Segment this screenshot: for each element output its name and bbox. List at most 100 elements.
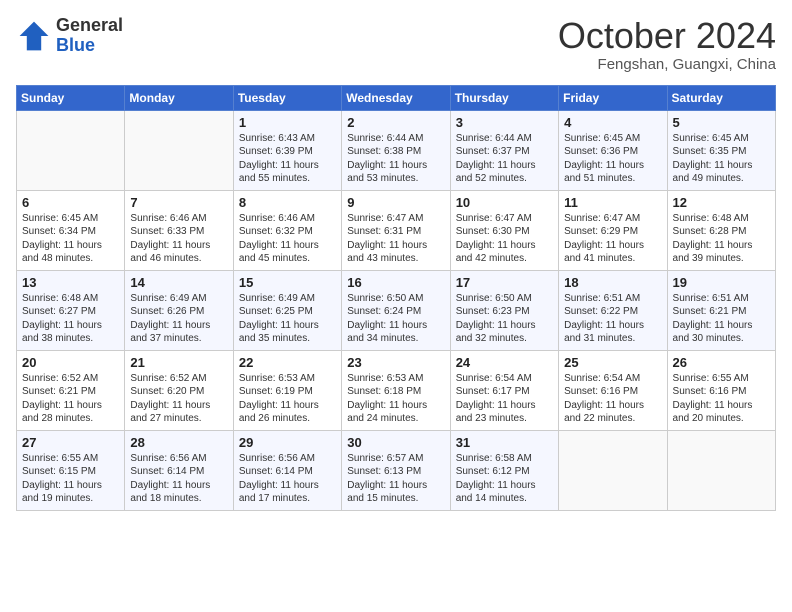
day-info: Sunrise: 6:43 AM Sunset: 6:39 PM Dayligh…: [239, 132, 336, 186]
calendar-cell: 24 Sunrise: 6:54 AM Sunset: 6:17 PM Dayli…: [450, 350, 558, 430]
calendar-cell: 7 Sunrise: 6:46 AM Sunset: 6:33 PM Daylig…: [125, 190, 233, 270]
day-number: 2: [347, 115, 444, 130]
calendar-week-row: 1Sunrise: 6:43 AM Sunset: 6:39 PM Daylig…: [17, 110, 776, 190]
day-number: 28: [130, 435, 227, 450]
calendar-cell: 2 Sunrise: 6:44 AM Sunset: 6:38 PM Daylig…: [342, 110, 450, 190]
day-info: Sunrise: 6:50 AM Sunset: 6:24 PM Dayligh…: [347, 292, 444, 346]
calendar-cell: 5Sunrise: 6:45 AM Sunset: 6:35 PM Daylig…: [667, 110, 775, 190]
calendar-cell: 25 Sunrise: 6:54 AM Sunset: 6:16 PM Dayli…: [559, 350, 667, 430]
day-info: Sunrise: 6:48 AM Sunset: 6:27 PM Dayligh…: [22, 292, 119, 346]
day-info: Sunrise: 6:55 AM Sunset: 6:16 PM Dayligh…: [673, 372, 770, 426]
day-info: Sunrise: 6:52 AM Sunset: 6:21 PM Dayligh…: [22, 372, 119, 426]
day-info: Sunrise: 6:47 AM Sunset: 6:29 PM Dayligh…: [564, 212, 661, 266]
day-number: 19: [673, 275, 770, 290]
logo-text: General Blue: [56, 16, 123, 56]
day-number: 6: [22, 195, 119, 210]
day-info: Sunrise: 6:54 AM Sunset: 6:17 PM Dayligh…: [456, 372, 553, 426]
day-number: 31: [456, 435, 553, 450]
calendar-cell: 11 Sunrise: 6:47 AM Sunset: 6:29 PM Dayli…: [559, 190, 667, 270]
day-number: 25: [564, 355, 661, 370]
calendar-cell: 18 Sunrise: 6:51 AM Sunset: 6:22 PM Dayli…: [559, 270, 667, 350]
day-number: 15: [239, 275, 336, 290]
calendar-week-row: 13 Sunrise: 6:48 AM Sunset: 6:27 PM Dayli…: [17, 270, 776, 350]
day-number: 7: [130, 195, 227, 210]
day-info: Sunrise: 6:53 AM Sunset: 6:18 PM Dayligh…: [347, 372, 444, 426]
calendar-cell: 20 Sunrise: 6:52 AM Sunset: 6:21 PM Dayli…: [17, 350, 125, 430]
day-info: Sunrise: 6:45 AM Sunset: 6:36 PM Dayligh…: [564, 132, 661, 186]
calendar-cell: 8 Sunrise: 6:46 AM Sunset: 6:32 PM Daylig…: [233, 190, 341, 270]
calendar-cell: [667, 430, 775, 510]
day-number: 20: [22, 355, 119, 370]
location: Fengshan, Guangxi, China: [558, 56, 776, 73]
calendar-cell: 19 Sunrise: 6:51 AM Sunset: 6:21 PM Dayli…: [667, 270, 775, 350]
day-number: 12: [673, 195, 770, 210]
calendar-cell: 1Sunrise: 6:43 AM Sunset: 6:39 PM Daylig…: [233, 110, 341, 190]
weekday-header: Sunday: [17, 85, 125, 110]
calendar-cell: 15Sunrise: 6:49 AM Sunset: 6:25 PM Dayli…: [233, 270, 341, 350]
weekday-header: Monday: [125, 85, 233, 110]
day-number: 3: [456, 115, 553, 130]
logo-icon: [16, 18, 52, 54]
calendar-cell: 23 Sunrise: 6:53 AM Sunset: 6:18 PM Dayli…: [342, 350, 450, 430]
day-number: 8: [239, 195, 336, 210]
day-number: 23: [347, 355, 444, 370]
calendar-cell: 21 Sunrise: 6:52 AM Sunset: 6:20 PM Dayli…: [125, 350, 233, 430]
day-info: Sunrise: 6:46 AM Sunset: 6:32 PM Dayligh…: [239, 212, 336, 266]
day-info: Sunrise: 6:55 AM Sunset: 6:15 PM Dayligh…: [22, 452, 119, 506]
calendar-cell: 29Sunrise: 6:56 AM Sunset: 6:14 PM Dayli…: [233, 430, 341, 510]
day-info: Sunrise: 6:45 AM Sunset: 6:34 PM Dayligh…: [22, 212, 119, 266]
calendar-cell: [125, 110, 233, 190]
day-number: 14: [130, 275, 227, 290]
weekday-header-row: SundayMondayTuesdayWednesdayThursdayFrid…: [17, 85, 776, 110]
calendar-week-row: 20 Sunrise: 6:52 AM Sunset: 6:21 PM Dayli…: [17, 350, 776, 430]
calendar-cell: [17, 110, 125, 190]
weekday-header: Saturday: [667, 85, 775, 110]
day-number: 11: [564, 195, 661, 210]
day-info: Sunrise: 6:58 AM Sunset: 6:12 PM Dayligh…: [456, 452, 553, 506]
day-number: 18: [564, 275, 661, 290]
page-header: General Blue October 2024 Fengshan, Guan…: [16, 16, 776, 73]
day-info: Sunrise: 6:52 AM Sunset: 6:20 PM Dayligh…: [130, 372, 227, 426]
day-info: Sunrise: 6:50 AM Sunset: 6:23 PM Dayligh…: [456, 292, 553, 346]
day-info: Sunrise: 6:44 AM Sunset: 6:38 PM Dayligh…: [347, 132, 444, 186]
day-info: Sunrise: 6:44 AM Sunset: 6:37 PM Dayligh…: [456, 132, 553, 186]
day-info: Sunrise: 6:51 AM Sunset: 6:22 PM Dayligh…: [564, 292, 661, 346]
calendar-cell: 27 Sunrise: 6:55 AM Sunset: 6:15 PM Dayli…: [17, 430, 125, 510]
day-number: 29: [239, 435, 336, 450]
day-info: Sunrise: 6:47 AM Sunset: 6:31 PM Dayligh…: [347, 212, 444, 266]
logo: General Blue: [16, 16, 123, 56]
day-number: 24: [456, 355, 553, 370]
day-number: 5: [673, 115, 770, 130]
day-number: 16: [347, 275, 444, 290]
day-number: 22: [239, 355, 336, 370]
day-number: 21: [130, 355, 227, 370]
day-info: Sunrise: 6:51 AM Sunset: 6:21 PM Dayligh…: [673, 292, 770, 346]
day-info: Sunrise: 6:46 AM Sunset: 6:33 PM Dayligh…: [130, 212, 227, 266]
weekday-header: Thursday: [450, 85, 558, 110]
calendar-cell: 12 Sunrise: 6:48 AM Sunset: 6:28 PM Dayli…: [667, 190, 775, 270]
weekday-header: Wednesday: [342, 85, 450, 110]
day-number: 9: [347, 195, 444, 210]
calendar-cell: 3 Sunrise: 6:44 AM Sunset: 6:37 PM Daylig…: [450, 110, 558, 190]
calendar-cell: 31 Sunrise: 6:58 AM Sunset: 6:12 PM Dayli…: [450, 430, 558, 510]
weekday-header: Friday: [559, 85, 667, 110]
calendar-cell: 6 Sunrise: 6:45 AM Sunset: 6:34 PM Daylig…: [17, 190, 125, 270]
calendar-cell: 28 Sunrise: 6:56 AM Sunset: 6:14 PM Dayli…: [125, 430, 233, 510]
calendar-table: SundayMondayTuesdayWednesdayThursdayFrid…: [16, 85, 776, 511]
day-info: Sunrise: 6:56 AM Sunset: 6:14 PM Dayligh…: [130, 452, 227, 506]
day-number: 13: [22, 275, 119, 290]
day-number: 17: [456, 275, 553, 290]
calendar-cell: 17 Sunrise: 6:50 AM Sunset: 6:23 PM Dayli…: [450, 270, 558, 350]
day-info: Sunrise: 6:49 AM Sunset: 6:26 PM Dayligh…: [130, 292, 227, 346]
day-number: 10: [456, 195, 553, 210]
day-info: Sunrise: 6:48 AM Sunset: 6:28 PM Dayligh…: [673, 212, 770, 266]
calendar-cell: 13 Sunrise: 6:48 AM Sunset: 6:27 PM Dayli…: [17, 270, 125, 350]
logo-blue: Blue: [56, 35, 95, 55]
day-number: 26: [673, 355, 770, 370]
calendar-cell: 30Sunrise: 6:57 AM Sunset: 6:13 PM Dayli…: [342, 430, 450, 510]
calendar-cell: 10 Sunrise: 6:47 AM Sunset: 6:30 PM Dayli…: [450, 190, 558, 270]
day-info: Sunrise: 6:54 AM Sunset: 6:16 PM Dayligh…: [564, 372, 661, 426]
calendar-cell: [559, 430, 667, 510]
day-number: 27: [22, 435, 119, 450]
day-info: Sunrise: 6:47 AM Sunset: 6:30 PM Dayligh…: [456, 212, 553, 266]
